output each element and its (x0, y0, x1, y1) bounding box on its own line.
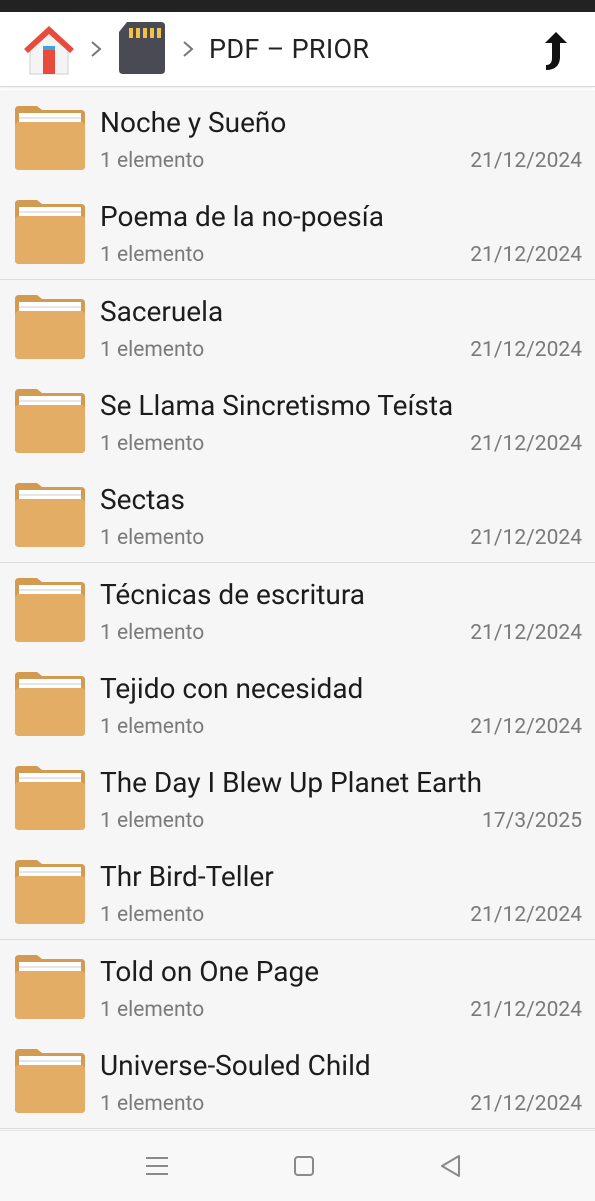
folder-date: 21/12/2024 (470, 903, 582, 928)
folder-name: Tejido con necesidad (100, 671, 364, 705)
folder-name: Sectas (100, 483, 185, 517)
toolbar: PDF – PRIOR (0, 12, 595, 87)
folder-date: 21/12/2024 (470, 337, 582, 362)
folder-icon (15, 954, 85, 1019)
folder-item-count: 1 elemento (100, 149, 205, 173)
folder-icon (15, 200, 85, 265)
folder-date: 21/12/2024 (470, 1092, 582, 1116)
folder-item-count: 1 elemento (100, 997, 205, 1022)
folder-item-count: 1 elemento (100, 903, 205, 928)
folder-date: 21/12/2024 (470, 431, 582, 456)
folder-item-count: 1 elemento (100, 620, 205, 645)
home-icon[interactable] (22, 22, 76, 76)
folder-name: The Day I Blew Up Planet Earth (100, 766, 483, 800)
folder-icon (15, 483, 85, 548)
folder-name: Se Llama Sincretismo Teísta (100, 388, 454, 422)
folder-name: Poema de la no-poesía (100, 200, 384, 234)
folder-row[interactable]: Poema de la no-poesía 1 elemento 21/12/202… (0, 185, 595, 281)
folder-row[interactable]: Universe-Souled Child 1 elemento 21/12/202… (0, 1034, 595, 1129)
folder-date: 21/12/2024 (470, 526, 582, 551)
folder-item-count: 1 elemento (100, 243, 205, 268)
folder-icon (15, 671, 85, 736)
folder-row[interactable]: Técnicas de escritura 1 elemento 21/12/202… (0, 562, 595, 658)
folder-row[interactable]: Tejido con necesidad 1 elemento 21/12/2024 (0, 656, 595, 752)
folder-item-count: 1 elemento (100, 714, 205, 739)
folder-date: 21/12/2024 (470, 997, 582, 1022)
folder-date: 17/3/2025 (482, 809, 582, 834)
folder-row[interactable]: Sectas 1 elemento 21/12/2024 (0, 468, 595, 564)
folder-icon (15, 388, 85, 453)
status-bar (0, 0, 595, 12)
folder-row[interactable]: Se Llama Sincretismo Teísta 1 elemento 21/… (0, 373, 595, 469)
folder-name: Saceruela (100, 294, 224, 328)
folder-item-count: 1 elemento (100, 337, 205, 362)
folder-date: 21/12/2024 (470, 243, 582, 268)
up-arrow-icon[interactable] (539, 28, 573, 72)
folder-name: Universe-Souled Child (100, 1049, 371, 1082)
folder-date: 21/12/2024 (470, 714, 582, 739)
folder-icon (15, 294, 85, 359)
sd-card-icon[interactable] (117, 20, 167, 76)
folder-icon (15, 577, 85, 642)
folder-item-count: 1 elemento (100, 1092, 205, 1116)
folder-list: Noche y Sueño 1 elemento 21/12/2024 Poema d… (0, 90, 595, 1130)
folder-name: Told on One Page (100, 954, 320, 988)
folder-row[interactable]: The Day I Blew Up Planet Earth 1 elemento… (0, 751, 595, 847)
folder-name: Técnicas de escritura (100, 577, 366, 611)
folder-icon (15, 106, 85, 170)
chevron-right-icon (183, 41, 194, 57)
menu-icon[interactable] (142, 1151, 172, 1181)
folder-date: 21/12/2024 (470, 149, 582, 173)
folder-row[interactable]: Told on One Page 1 elemento 21/12/2024 (0, 939, 595, 1035)
folder-icon (15, 1049, 85, 1113)
folder-item-count: 1 elemento (100, 526, 205, 551)
square-home-icon[interactable] (289, 1151, 319, 1181)
system-nav-bar (0, 1130, 595, 1201)
folder-icon (15, 766, 85, 831)
folder-row[interactable]: Noche y Sueño 1 elemento 21/12/2024 (0, 91, 595, 186)
folder-item-count: 1 elemento (100, 809, 205, 834)
folder-name: Noche y Sueño (100, 106, 287, 139)
folder-name: Thr Bird-Teller (100, 860, 274, 894)
chevron-right-icon (91, 41, 102, 57)
triangle-back-icon[interactable] (436, 1151, 466, 1181)
folder-item-count: 1 elemento (100, 431, 205, 456)
folder-row[interactable]: Thr Bird-Teller 1 elemento 21/12/2024 (0, 845, 595, 941)
folder-row[interactable]: Saceruela 1 elemento 21/12/2024 (0, 279, 595, 375)
current-folder-title[interactable]: PDF – PRIOR (209, 32, 369, 66)
folder-date: 21/12/2024 (470, 620, 582, 645)
folder-icon (15, 860, 85, 925)
